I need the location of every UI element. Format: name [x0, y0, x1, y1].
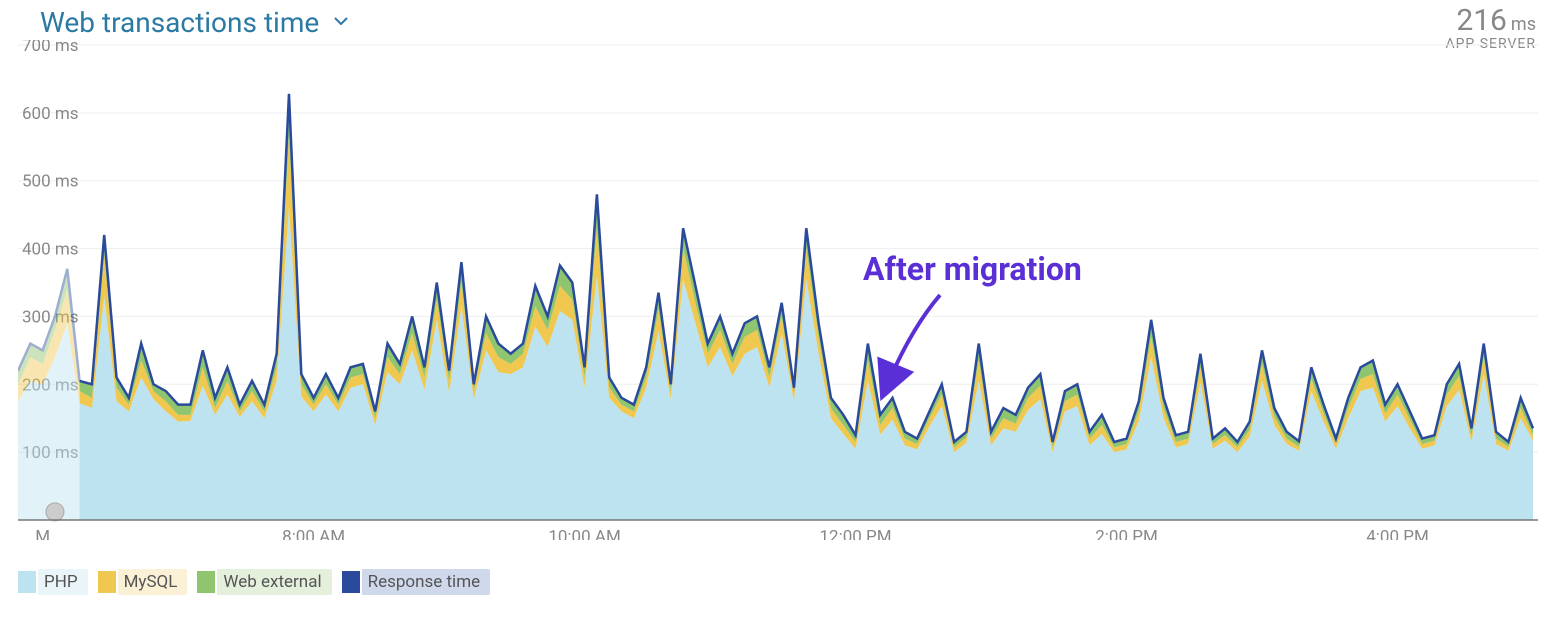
swatch-response [342, 571, 360, 593]
legend-item-php[interactable]: PHP [18, 569, 88, 595]
legend: PHP MySQL Web external Response time [18, 569, 490, 595]
svg-text:400 ms: 400 ms [22, 240, 79, 260]
svg-text:4:00 PM: 4:00 PM [1366, 527, 1429, 540]
svg-text:2:00 PM: 2:00 PM [1095, 527, 1158, 540]
svg-text:700 ms: 700 ms [22, 40, 79, 56]
legend-item-web[interactable]: Web external [197, 569, 331, 595]
svg-text:10:00 AM: 10:00 AM [548, 527, 620, 540]
annotation-after-migration: After migration [863, 250, 1082, 288]
legend-label-php: PHP [38, 569, 88, 595]
svg-text:8:00 AM: 8:00 AM [282, 527, 345, 540]
legend-item-response[interactable]: Response time [342, 569, 491, 595]
swatch-mysql [98, 571, 116, 593]
svg-text:500 ms: 500 ms [22, 172, 79, 192]
legend-item-mysql[interactable]: MySQL [98, 569, 188, 595]
swatch-php [18, 571, 36, 593]
svg-text:12:00 PM: 12:00 PM [819, 527, 891, 540]
legend-label-web: Web external [217, 569, 331, 595]
legend-label-response: Response time [362, 569, 491, 595]
chart-title-dropdown[interactable]: Web transactions time [40, 6, 349, 39]
chart-title: Web transactions time [40, 6, 319, 39]
svg-text:600 ms: 600 ms [22, 104, 79, 124]
stat-value: 216 [1456, 3, 1507, 38]
chevron-down-icon [333, 13, 349, 33]
stat-unit: ms [1511, 14, 1536, 35]
legend-label-mysql: MySQL [118, 569, 188, 595]
svg-text:M: M [35, 527, 50, 540]
transactions-chart[interactable]: 100 ms200 ms300 ms400 ms500 ms600 ms700 … [18, 40, 1538, 540]
swatch-web [197, 571, 215, 593]
annotation-arrow-icon [870, 290, 960, 410]
